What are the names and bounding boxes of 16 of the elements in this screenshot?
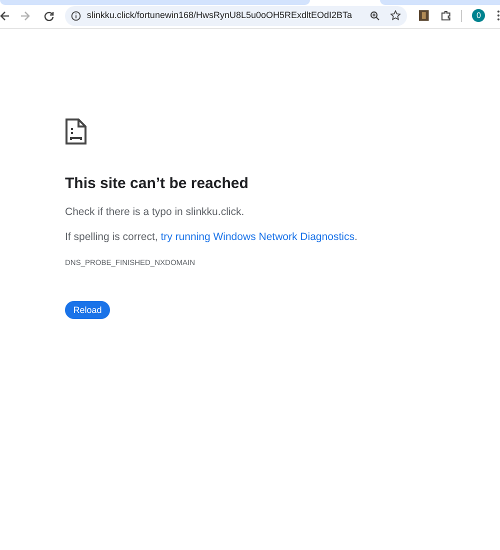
zoom-icon[interactable] bbox=[370, 10, 380, 20]
info-icon[interactable] bbox=[70, 10, 81, 20]
diagnostics-link[interactable]: try running Windows Network Diagnostics bbox=[160, 231, 354, 244]
star-icon[interactable] bbox=[390, 10, 401, 21]
typo-hint: Check if there is a typo in slinkku.click. bbox=[65, 204, 244, 220]
address-bar[interactable]: slinkku.click/fortunewin168/HwsRynU8L5u0oOH5RExdltEOdI2BTa bbox=[64, 6, 407, 26]
sad-page-icon bbox=[65, 118, 87, 145]
reload-button[interactable]: Reload bbox=[65, 301, 110, 320]
puzzle-icon[interactable] bbox=[440, 10, 452, 21]
url-text: slinkku.click/fortunewin168/HwsRynU8L5u0oOH5RExdltEOdI2BTa bbox=[86, 8, 352, 22]
menu-icon[interactable] bbox=[497, 10, 500, 21]
app-icon[interactable] bbox=[418, 10, 429, 21]
forward-arrow-icon bbox=[20, 10, 30, 20]
error-title: This site can’t be reached bbox=[65, 174, 248, 194]
suggestion-text: If spelling is correct, try running Windows Network Diagnostics. bbox=[65, 230, 358, 246]
profile-avatar[interactable]: 0 bbox=[472, 9, 486, 22]
